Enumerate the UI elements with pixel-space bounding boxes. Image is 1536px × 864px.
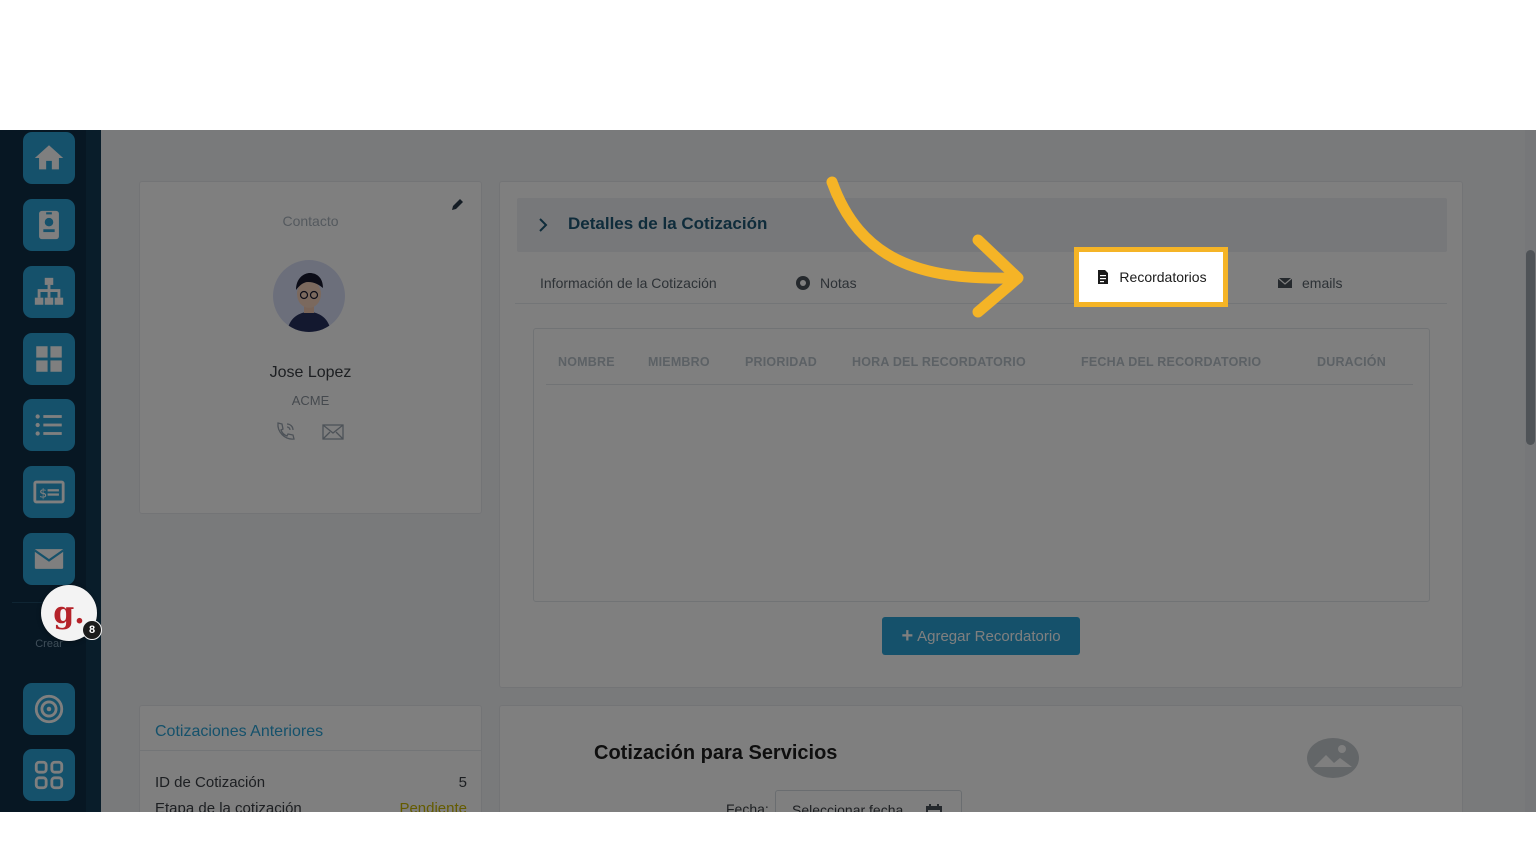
contact-card-title: Contacto bbox=[282, 213, 339, 229]
row-label: ID de Cotización bbox=[155, 774, 266, 791]
tab-emails[interactable]: emails bbox=[1277, 262, 1342, 304]
crm-app: $ Crear Contacto Jose Lopez ACME Cotizac… bbox=[0, 130, 1536, 812]
phone-icon[interactable] bbox=[273, 420, 297, 444]
add-reminder-button[interactable]: + Agregar Recordatorio bbox=[882, 617, 1080, 655]
tab-label: emails bbox=[1302, 275, 1343, 291]
sidebar-item-list[interactable] bbox=[23, 399, 75, 451]
status-badge: Pendiente bbox=[399, 800, 467, 812]
date-placeholder: Seleccionar fecha bbox=[792, 802, 904, 812]
guide-arrow-icon bbox=[826, 176, 1024, 318]
avatar bbox=[273, 260, 345, 332]
previous-quotes-title: Cotizaciones Anteriores bbox=[155, 723, 324, 740]
tab-quote-info[interactable]: Información de la Cotización bbox=[540, 262, 717, 304]
screenshot-stage: $ Crear Contacto Jose Lopez ACME Cotizac… bbox=[0, 0, 1536, 864]
dashboard-grid-icon bbox=[36, 346, 62, 372]
document-icon bbox=[1098, 270, 1109, 284]
column-header: FECHA DEL RECORDATORIO bbox=[1081, 355, 1262, 369]
contact-name: Jose Lopez bbox=[269, 364, 352, 381]
table-header: NOMBRE MIEMBRO PRIORIDAD HORA DEL RECORD… bbox=[546, 329, 1413, 385]
quote-details-title: Detalles de la Cotización bbox=[568, 214, 768, 233]
tab-reminders[interactable]: Recordatorios bbox=[1074, 247, 1228, 307]
sidebar-create-opportunity[interactable] bbox=[23, 683, 75, 735]
add-reminder-label: Agregar Recordatorio bbox=[917, 627, 1061, 645]
scrollbar-thumb[interactable] bbox=[1526, 250, 1535, 445]
contact-actions bbox=[273, 420, 353, 444]
envelope-icon bbox=[1277, 277, 1293, 288]
apps-icon bbox=[34, 760, 64, 790]
envelope-icon[interactable] bbox=[321, 420, 345, 444]
reminders-table: NOMBRE MIEMBRO PRIORIDAD HORA DEL RECORD… bbox=[533, 328, 1430, 602]
contact-card: Contacto Jose Lopez ACME bbox=[139, 181, 482, 514]
org-chart-icon bbox=[34, 277, 64, 305]
service-quote-card: Cotización para Servicios Fecha: Selecci… bbox=[499, 705, 1463, 812]
quote-money-icon: $ bbox=[33, 480, 65, 504]
sidebar-item-organization[interactable] bbox=[23, 266, 75, 318]
tab-label: Información de la Cotización bbox=[540, 275, 717, 291]
sidebar-item-mail[interactable] bbox=[23, 533, 75, 585]
sidebar: $ Crear bbox=[0, 130, 101, 812]
column-header: PRIORIDAD bbox=[745, 355, 817, 369]
notes-icon bbox=[796, 276, 810, 290]
plus-icon: + bbox=[901, 624, 914, 647]
sidebar-item-contacts[interactable] bbox=[23, 199, 75, 251]
sidebar-create-label: Crear bbox=[35, 638, 63, 650]
avatar-illustration bbox=[273, 260, 345, 332]
sidebar-create-apps[interactable] bbox=[23, 749, 75, 801]
previous-quotes-card: Cotizaciones Anteriores ID de Cotización… bbox=[139, 705, 482, 812]
service-quote-title: Cotización para Servicios bbox=[594, 742, 838, 764]
divider bbox=[140, 750, 481, 751]
column-header: DURACIÓN bbox=[1317, 355, 1386, 369]
date-picker-input[interactable]: Seleccionar fecha bbox=[775, 790, 962, 812]
svg-text:$: $ bbox=[39, 487, 47, 502]
contact-company: ACME bbox=[291, 393, 330, 408]
sidebar-item-quotes[interactable]: $ bbox=[23, 466, 75, 518]
home-icon bbox=[34, 145, 64, 170]
target-icon bbox=[34, 694, 64, 724]
calendar-icon bbox=[926, 804, 942, 812]
column-header: HORA DEL RECORDATORIO bbox=[852, 355, 1026, 369]
date-label: Fecha: bbox=[726, 801, 769, 812]
page-scrollbar[interactable] bbox=[1525, 130, 1536, 812]
chat-widget-logo: g. bbox=[53, 595, 85, 631]
tab-label: Recordatorios bbox=[1119, 269, 1207, 285]
previous-quote-row: ID de Cotización 5 bbox=[155, 774, 467, 791]
row-label: Etapa de la cotización bbox=[155, 800, 302, 812]
column-header: MIEMBRO bbox=[648, 355, 710, 369]
image-placeholder-icon[interactable] bbox=[1306, 737, 1360, 779]
sidebar-item-dashboard[interactable] bbox=[23, 333, 75, 385]
sidebar-item-home[interactable] bbox=[23, 132, 75, 184]
mail-icon bbox=[34, 549, 64, 569]
contact-card-icon bbox=[39, 210, 59, 240]
column-header: NOMBRE bbox=[558, 355, 615, 369]
notification-count-badge: 8 bbox=[82, 620, 102, 640]
previous-quote-row: Etapa de la cotización Pendiente bbox=[155, 800, 467, 812]
pencil-edit-icon[interactable] bbox=[450, 196, 466, 212]
list-icon bbox=[35, 414, 62, 436]
chevron-right-icon bbox=[539, 218, 548, 232]
row-value: 5 bbox=[458, 774, 467, 791]
